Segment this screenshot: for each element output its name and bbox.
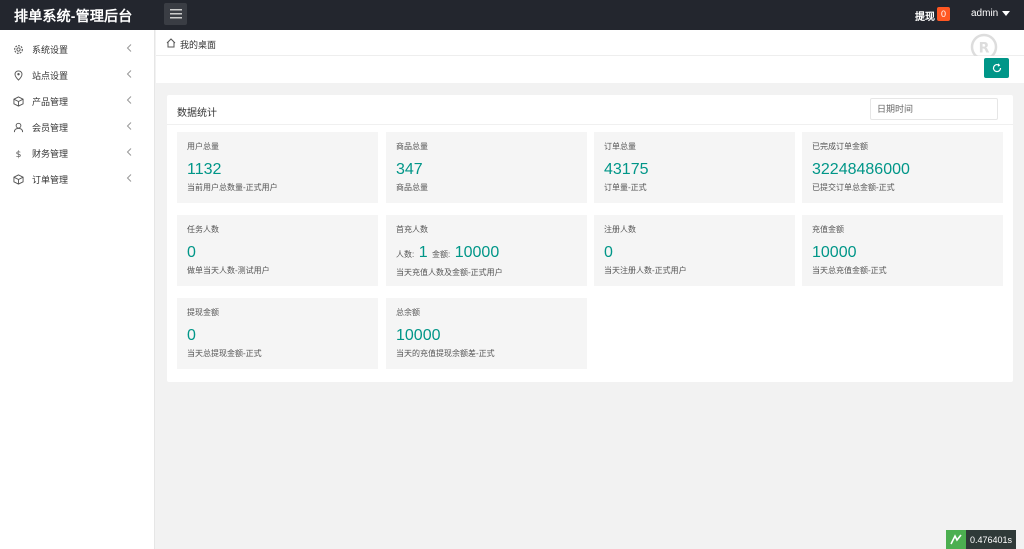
sidebar-item-label: 订单管理 [32,174,69,185]
sidebar-item-site-settings[interactable]: 站点设置 [0,62,154,88]
chevron-left-icon [126,174,134,182]
stat-desc: 当天总充值金额-正式 [812,266,887,275]
stat-value: 347 [396,161,423,178]
dollar-icon: $ [12,147,24,159]
stat-total-products: 商品总量 347 商品总量 [386,132,587,203]
stat-label: 充值金额 [812,225,844,234]
stat-value: 43175 [604,161,649,178]
refresh-button[interactable] [984,58,1009,78]
stat-label: 商品总量 [396,142,428,151]
withdraw-count-badge: 0 [937,7,950,21]
date-time-input[interactable] [870,98,998,120]
menu-toggle-button[interactable] [164,3,187,25]
stat-first-recharge: 首充人数 人数: 1 金额: 10000 当天充值人数及金额-正式用户 [386,215,587,286]
sidebar-item-label: 系统设置 [32,44,69,55]
stat-total-users: 用户总量 1132 当前用户总数量-正式用户 [177,132,378,203]
first-recharge-amount: 10000 [454,244,500,261]
amount-prefix: 金额: [432,250,451,259]
home-icon [166,38,176,48]
sidebar-item-products[interactable]: 产品管理 [0,88,154,114]
user-name: admin [971,8,999,19]
stat-withdraw-amount: 提现金额 0 当天总提现金额-正式 [177,298,378,369]
stat-total-orders: 订单总量 43175 订单量-正式 [594,132,795,203]
stat-desc: 商品总量 [396,183,428,192]
chevron-left-icon [126,122,134,130]
stat-label: 用户总量 [187,142,219,151]
top-header: 排单系统-管理后台 提现 0 admin [0,0,1024,30]
user-menu[interactable]: admin [971,8,1011,19]
stat-desc: 做单当天人数-测试用户 [187,266,270,275]
load-time-value: 0.476401s [970,534,1013,545]
stats-panel-title: 数据统计 [177,108,217,119]
cube-icon [12,173,24,185]
stats-panel: 数据统计 用户总量 1132 当前用户总数量-正式用户 商品总量 347 商品总… [167,95,1013,382]
stat-value: 1132 [187,161,222,178]
caret-down-icon [1002,11,1011,16]
sidebar-item-label: 会员管理 [32,122,69,133]
sidebar-item-finance[interactable]: $ 财务管理 [0,140,154,166]
stat-desc: 已提交订单总金额-正式 [812,183,895,192]
stat-label: 订单总量 [604,142,636,151]
stat-desc: 当天总提现金额-正式 [187,349,262,358]
stat-value: 人数: 1 金额: 10000 [396,244,577,264]
sidebar: 系统设置 站点设置 产品管理 会员管理 $ 财务管理 订单管理 [0,30,155,549]
refresh-icon [992,63,1001,73]
chevron-left-icon [126,148,134,156]
sidebar-item-members[interactable]: 会员管理 [0,114,154,140]
stat-value: 0 [187,327,196,344]
stats-panel-header: 数据统计 [167,95,1013,125]
stat-desc: 当天注册人数-正式用户 [604,266,687,275]
chevron-left-icon [126,70,134,78]
chevron-left-icon [126,96,134,104]
chevron-left-icon [126,44,134,52]
stat-label: 已完成订单金额 [812,142,868,151]
svg-text:R: R [979,41,990,57]
stat-label: 首充人数 [396,225,428,234]
stat-total-balance: 总余额 10000 当天的充值提现余额差-正式 [386,298,587,369]
sidebar-item-label: 站点设置 [32,70,69,81]
gear-icon [12,43,24,55]
stat-completed-order-amount: 已完成订单金额 32248486000 已提交订单总金额-正式 [802,132,1003,203]
sidebar-item-label: 产品管理 [32,96,69,107]
toolbar [156,56,1024,83]
speed-logo-icon [946,530,966,549]
stat-value: 32248486000 [812,161,910,178]
sidebar-item-system-settings[interactable]: 系统设置 [0,36,154,62]
stat-label: 任务人数 [187,225,219,234]
sidebar-item-label: 财务管理 [32,148,69,159]
stat-label: 总余额 [396,308,420,317]
stat-desc: 当天的充值提现余额差-正式 [396,349,495,358]
app-title: 排单系统-管理后台 [14,8,133,24]
location-icon [12,69,24,81]
stat-label: 注册人数 [604,225,636,234]
stat-label: 提现金额 [187,308,219,317]
withdraw-link[interactable]: 提现 [915,8,935,23]
stat-desc: 当前用户总数量-正式用户 [187,183,278,192]
svg-text:$: $ [15,149,21,159]
cube-icon [12,95,24,107]
stat-recharge-amount: 充值金额 10000 当天总充值金额-正式 [802,215,1003,286]
first-recharge-count: 1 [418,244,428,261]
stat-value: 0 [187,244,196,261]
stat-value: 0 [604,244,613,261]
stat-desc: 订单量-正式 [604,183,647,192]
stat-value: 10000 [396,327,441,344]
count-prefix: 人数: [396,250,415,259]
menu-icon [169,9,182,19]
stat-value: 10000 [812,244,857,261]
load-time-badge: 0.476401s [946,530,1017,549]
user-icon [12,121,24,133]
stat-registrations: 注册人数 0 当天注册人数-正式用户 [594,215,795,286]
stat-task-users: 任务人数 0 做单当天人数-测试用户 [177,215,378,286]
breadcrumb: 我的桌面 [156,30,1024,56]
breadcrumb-home-link[interactable]: 我的桌面 [180,38,216,51]
stat-desc: 当天充值人数及金额-正式用户 [396,268,503,277]
sidebar-item-orders[interactable]: 订单管理 [0,166,154,192]
